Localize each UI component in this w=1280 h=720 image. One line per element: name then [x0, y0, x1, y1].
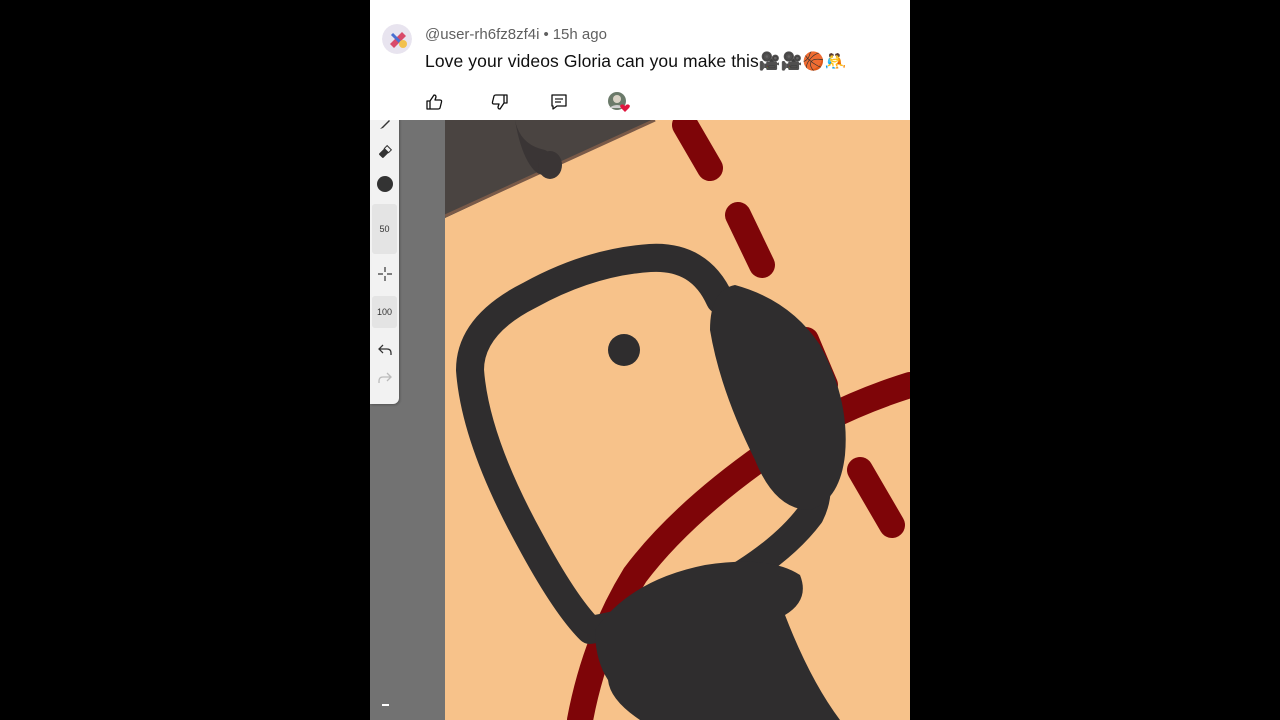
- opacity-value: 100: [376, 307, 393, 317]
- scrub-indicator: [382, 704, 389, 706]
- reply-icon[interactable]: [547, 90, 571, 114]
- eye-dot: [608, 334, 640, 366]
- comment-meta: @user-rh6fz8zf4i • 15h ago: [425, 26, 607, 43]
- comment-timestamp[interactable]: 15h ago: [553, 26, 607, 43]
- meta-separator: •: [543, 26, 549, 43]
- undo-icon[interactable]: [372, 340, 397, 360]
- eraser-icon[interactable]: [372, 142, 397, 162]
- opacity-slider[interactable]: 100: [372, 296, 397, 328]
- size-slider[interactable]: 50: [372, 204, 397, 254]
- drawing-app-viewport: 50 100 @user-rh6fz8zf4i • 15h ago Love you…: [370, 0, 910, 720]
- like-icon[interactable]: [422, 90, 446, 114]
- comment-username[interactable]: @user-rh6fz8zf4i: [425, 26, 539, 43]
- creator-heart-avatar[interactable]: [605, 90, 633, 114]
- move-icon[interactable]: [372, 264, 397, 284]
- color-swatch-icon[interactable]: [372, 174, 397, 194]
- drawing-toolbar: 50 100: [370, 114, 399, 404]
- brush-size-value: 50: [379, 224, 390, 234]
- comment-text: Love your videos Gloria can you make thi…: [425, 51, 847, 71]
- dark-blob-top-2: [538, 151, 562, 179]
- avatar[interactable]: [382, 24, 412, 54]
- redo-icon[interactable]: [372, 368, 397, 388]
- comment-card: @user-rh6fz8zf4i • 15h ago Love your video…: [370, 0, 910, 120]
- dislike-icon[interactable]: [488, 90, 512, 114]
